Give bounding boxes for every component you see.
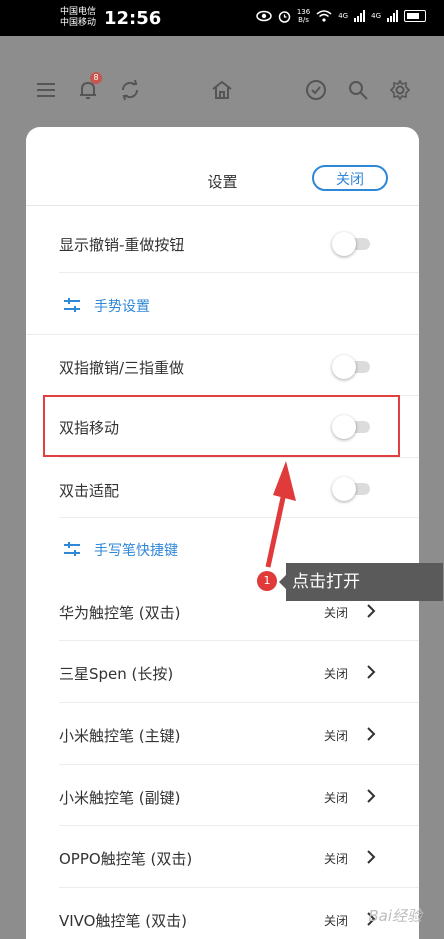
chevron-right-icon bbox=[367, 665, 376, 679]
eye-icon bbox=[256, 10, 272, 22]
system-icons: 136 B/s 4G 4G bbox=[256, 8, 426, 24]
carrier-info: 中国电信 中国移动 bbox=[60, 7, 96, 29]
pen-value: 关闭 bbox=[324, 667, 349, 681]
battery-icon bbox=[404, 10, 426, 22]
step-number-badge: 1 bbox=[257, 571, 277, 591]
carrier-1: 中国电信 bbox=[60, 7, 97, 17]
menu-icon[interactable] bbox=[34, 78, 58, 102]
net-type-label: 4G bbox=[338, 12, 349, 20]
setting-row-undo-redo-button[interactable]: 显示撤销-重做按钮 bbox=[26, 212, 419, 273]
setting-label: 双击适配 bbox=[59, 482, 120, 500]
carrier-2: 中国移动 bbox=[60, 18, 97, 28]
setting-label: 显示撤销-重做按钮 bbox=[59, 236, 185, 254]
pen-value: 关闭 bbox=[324, 791, 349, 805]
close-button[interactable]: 关闭 bbox=[312, 165, 388, 191]
settings-sheet: 设置 关闭 显示撤销-重做按钮 手势设置 双指撤销/三指重做 双指移动 双击适配… bbox=[26, 127, 419, 939]
status-time: 12:56 bbox=[104, 8, 162, 29]
status-bar: 中国电信 中国移动 12:56 136 B/s 4G 4G bbox=[0, 0, 444, 36]
pen-label: 三星Spen (长按) bbox=[59, 665, 174, 683]
pen-value: 关闭 bbox=[324, 914, 349, 928]
net-type-label-2: 4G bbox=[371, 12, 381, 20]
sync-icon[interactable] bbox=[118, 78, 142, 102]
red-arrow-icon bbox=[265, 461, 296, 568]
wifi-icon bbox=[316, 10, 332, 22]
chevron-right-icon bbox=[367, 727, 376, 741]
toggle-switch[interactable] bbox=[332, 232, 372, 256]
pen-row-xiaomi-main[interactable]: 小米触控笔 (主键) 关闭 bbox=[26, 703, 419, 765]
network-speed: 136 B/s bbox=[297, 8, 310, 24]
alarm-icon bbox=[278, 10, 291, 23]
search-icon[interactable] bbox=[346, 78, 370, 102]
pen-label: 小米触控笔 (副键) bbox=[59, 789, 181, 807]
notification-badge: 8 bbox=[90, 72, 102, 84]
highlight-box bbox=[43, 395, 400, 457]
section-label: 手写笔快捷键 bbox=[94, 543, 178, 559]
section-gesture-settings: 手势设置 bbox=[26, 273, 419, 335]
chevron-right-icon bbox=[367, 850, 376, 864]
pen-label: VIVO触控笔 (双击) bbox=[59, 912, 187, 930]
callout-label: 点击打开 bbox=[279, 563, 443, 601]
pen-row-samsung[interactable]: 三星Spen (长按) 关闭 bbox=[26, 641, 419, 703]
sliders-icon bbox=[64, 298, 80, 312]
setting-label: 双指撤销/三指重做 bbox=[59, 359, 185, 377]
watermark-logo: Bai经验 bbox=[368, 907, 422, 925]
pen-row-vivo[interactable]: VIVO触控笔 (双击) 关闭 bbox=[26, 888, 419, 939]
home-icon[interactable] bbox=[210, 78, 234, 102]
setting-row-two-finger-undo[interactable]: 双指撤销/三指重做 bbox=[26, 335, 419, 396]
pen-value: 关闭 bbox=[324, 852, 349, 866]
pen-label: 华为触控笔 (双击) bbox=[59, 604, 181, 622]
section-label: 手势设置 bbox=[94, 299, 150, 315]
header-divider bbox=[26, 205, 419, 206]
speed-unit: B/s bbox=[298, 16, 309, 24]
toggle-switch[interactable] bbox=[332, 477, 372, 501]
gear-icon[interactable] bbox=[388, 78, 412, 102]
pen-label: OPPO触控笔 (双击) bbox=[59, 850, 193, 868]
pen-row-oppo[interactable]: OPPO触控笔 (双击) 关闭 bbox=[26, 826, 419, 888]
pen-value: 关闭 bbox=[324, 606, 349, 620]
speed-value: 136 bbox=[296, 8, 311, 16]
signal-icon-2 bbox=[387, 10, 398, 22]
chevron-right-icon bbox=[367, 604, 376, 618]
signal-icon bbox=[354, 10, 366, 22]
pen-label: 小米触控笔 (主键) bbox=[59, 727, 181, 745]
chevron-right-icon bbox=[367, 789, 376, 803]
sliders-icon bbox=[64, 542, 80, 556]
toggle-switch[interactable] bbox=[332, 355, 372, 379]
pen-value: 关闭 bbox=[324, 729, 349, 743]
setting-row-double-tap-fit[interactable]: 双击适配 bbox=[26, 458, 419, 518]
pen-row-xiaomi-secondary[interactable]: 小米触控笔 (副键) 关闭 bbox=[26, 765, 419, 826]
check-circle-icon[interactable] bbox=[304, 78, 328, 102]
